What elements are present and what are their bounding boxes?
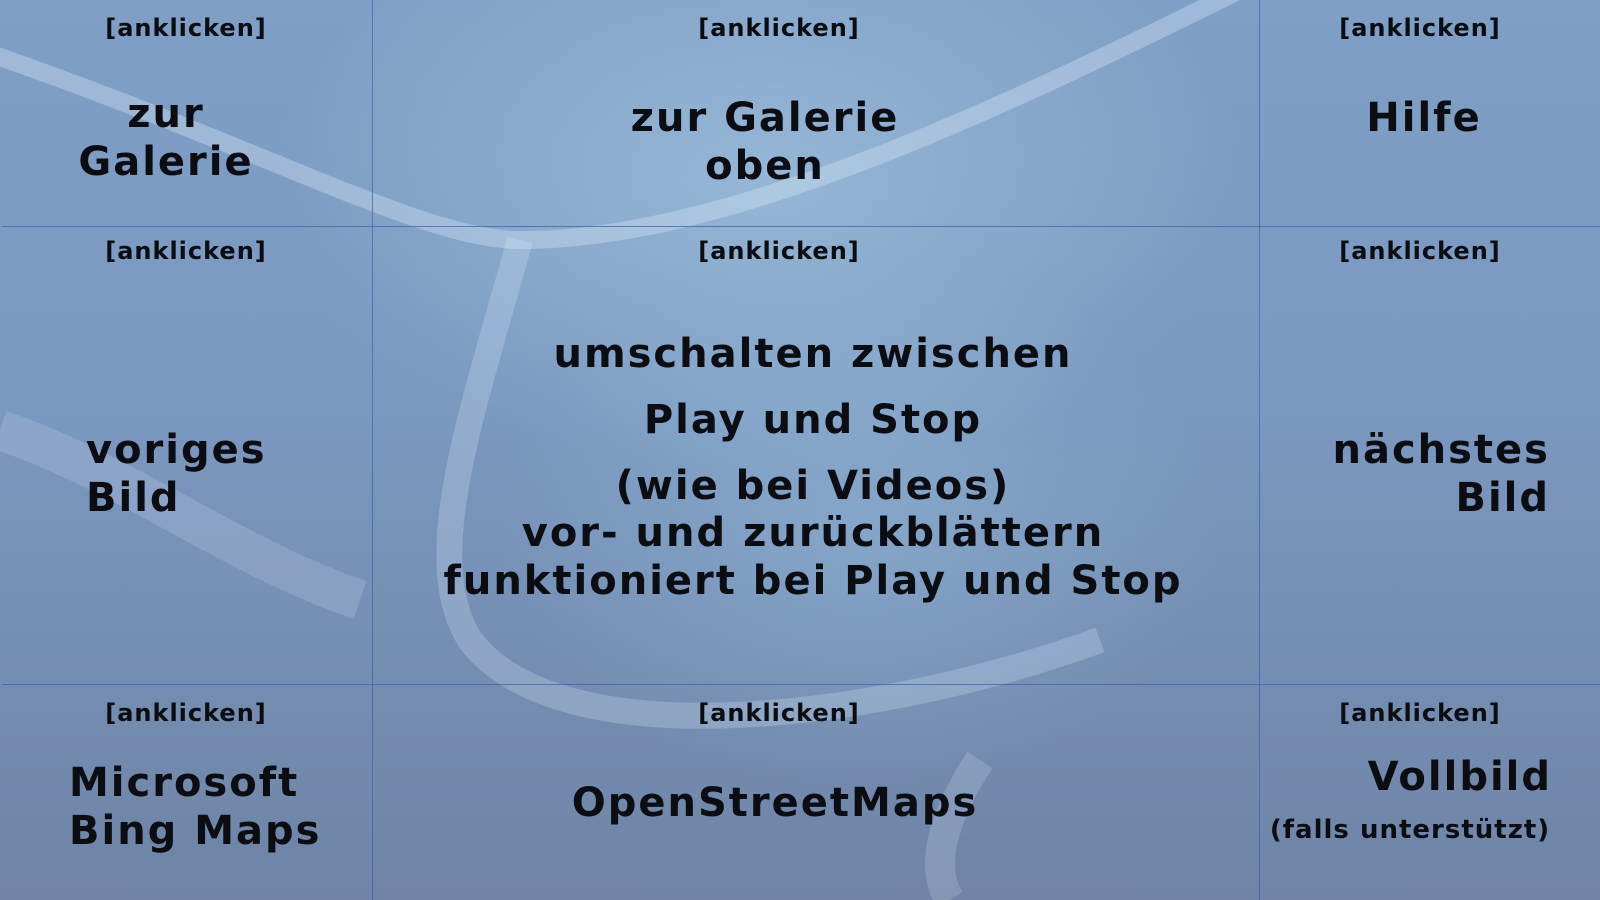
navigation-note-label: vor- und zurückblättern funktioniert bei… — [443, 510, 1183, 604]
fullscreen-support-note: (falls unterstützt) — [1269, 815, 1551, 845]
help-label: Hilfe — [1366, 95, 1482, 141]
next-image-label: nächstes Bild — [1332, 427, 1550, 521]
click-hint: [anklicken] — [1339, 237, 1501, 265]
click-hint: [anklicken] — [1339, 14, 1501, 42]
cell-mid-right-next-image[interactable]: [anklicken] nächstes Bild — [1260, 227, 1600, 684]
click-hint: [anklicken] — [698, 699, 860, 727]
openstreetmaps-label: OpenStreetMaps — [571, 780, 979, 826]
cell-top-left-gallery[interactable]: [anklicken] zur Galerie — [0, 0, 372, 226]
cell-mid-center-play-stop[interactable]: [anklicken] umschalten zwischen Play und… — [373, 227, 1259, 684]
cell-bot-right-fullscreen[interactable]: [anklicken] Vollbild (falls unterstützt) — [1260, 685, 1600, 900]
click-hint: [anklicken] — [105, 699, 267, 727]
click-hint: [anklicken] — [105, 14, 267, 42]
gallery-label: zur Galerie — [78, 91, 254, 185]
bing-maps-label: Microsoft Bing Maps — [69, 760, 322, 854]
click-hint: [anklicken] — [1339, 699, 1501, 727]
click-hint: [anklicken] — [105, 237, 267, 265]
play-stop-label: umschalten zwischen Play und Stop (wie b… — [553, 331, 1073, 509]
previous-image-label: voriges Bild — [86, 427, 267, 521]
cell-mid-left-previous-image[interactable]: [anklicken] voriges Bild — [0, 227, 372, 684]
cell-bot-left-bing-maps[interactable]: [anklicken] Microsoft Bing Maps — [0, 685, 372, 900]
cell-bot-center-openstreetmaps[interactable]: [anklicken] OpenStreetMaps — [373, 685, 1259, 900]
click-hint: [anklicken] — [698, 14, 860, 42]
cell-top-right-help[interactable]: [anklicken] Hilfe — [1260, 0, 1600, 226]
gallery-top-label: zur Galerie oben — [630, 95, 900, 189]
fullscreen-label: Vollbild — [1367, 754, 1552, 800]
cell-top-center-gallery-top[interactable]: [anklicken] zur Galerie oben — [373, 0, 1259, 226]
click-hint: [anklicken] — [698, 237, 860, 265]
